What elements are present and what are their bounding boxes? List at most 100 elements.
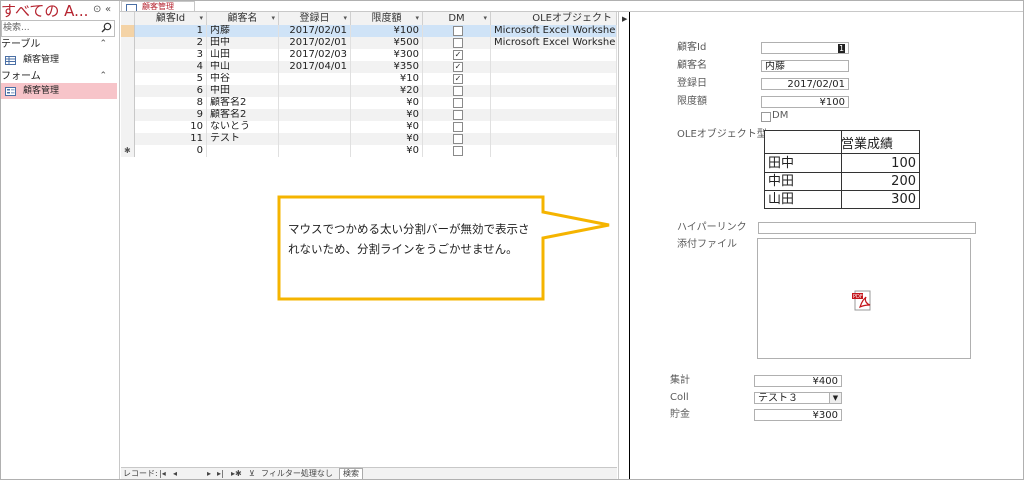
dm-checkbox[interactable] xyxy=(453,122,463,132)
cell-limit[interactable]: ¥10 xyxy=(351,73,423,85)
dm-cell[interactable] xyxy=(423,133,491,145)
new-record-button[interactable]: ▸✱ xyxy=(231,468,242,479)
dm-checkbox[interactable]: ✓ xyxy=(453,50,463,60)
cell-id[interactable]: 11 xyxy=(135,133,207,145)
cell-name[interactable] xyxy=(207,145,279,157)
first-record-button[interactable]: |◂ xyxy=(159,468,166,479)
cell-date[interactable] xyxy=(279,109,351,121)
dm-checkbox[interactable] xyxy=(453,110,463,120)
cell-limit[interactable]: ¥20 xyxy=(351,85,423,97)
cell-id[interactable]: 0 xyxy=(135,145,207,157)
column-header-dm[interactable]: DM ▾ xyxy=(423,12,491,25)
dm-cell[interactable]: ✓ xyxy=(423,49,491,61)
cell-name[interactable]: 顧客名2 xyxy=(207,109,279,121)
cell-limit[interactable]: ¥100 xyxy=(351,25,423,37)
record-selector[interactable] xyxy=(121,37,135,49)
cell-ole[interactable] xyxy=(491,85,617,97)
dm-checkbox[interactable] xyxy=(453,146,463,156)
cell-name[interactable]: テスト xyxy=(207,133,279,145)
field-date[interactable]: 2017/02/01 xyxy=(761,78,849,90)
cell-ole[interactable] xyxy=(491,121,617,133)
record-selector[interactable] xyxy=(121,73,135,85)
split-bar[interactable]: ▶ xyxy=(618,12,629,479)
chevron-down-icon[interactable]: ▾ xyxy=(343,12,347,25)
nav-search-box[interactable]: 検索... xyxy=(1,20,115,37)
cell-limit[interactable]: ¥0 xyxy=(351,121,423,133)
cell-limit[interactable]: ¥350 xyxy=(351,61,423,73)
cell-date[interactable] xyxy=(279,73,351,85)
table-row[interactable]: 11 テスト ¥0 xyxy=(121,133,617,145)
dm-checkbox[interactable]: ✓ xyxy=(453,62,463,72)
dm-cell[interactable] xyxy=(423,37,491,49)
cell-id[interactable]: 4 xyxy=(135,61,207,73)
table-row[interactable]: 4 中山 2017/04/01 ¥350 ✓ xyxy=(121,61,617,73)
nav-group-tables[interactable]: テーブル ⌃ xyxy=(1,37,117,52)
cell-ole[interactable]: Microsoft Excel Workshee xyxy=(491,25,617,37)
dm-cell[interactable]: ✓ xyxy=(423,73,491,85)
chevron-down-icon[interactable]: ▾ xyxy=(199,12,203,25)
nav-item-table-customer[interactable]: 顧客管理 xyxy=(1,52,117,68)
record-selector[interactable] xyxy=(121,85,135,97)
chevron-right-icon[interactable]: ▶ xyxy=(622,15,627,23)
field-coll[interactable]: テスト３ ▼ xyxy=(754,392,842,404)
chevron-down-icon[interactable]: ▼ xyxy=(829,393,841,403)
cell-limit[interactable]: ¥500 xyxy=(351,37,423,49)
dm-cell[interactable] xyxy=(423,85,491,97)
record-search-input[interactable]: 検索 xyxy=(339,468,363,479)
cell-id[interactable]: 8 xyxy=(135,97,207,109)
nav-title[interactable]: すべての A... xyxy=(1,1,93,21)
cell-date[interactable]: 2017/02/03 xyxy=(279,49,351,61)
record-selector[interactable] xyxy=(121,121,135,133)
field-name[interactable]: 内藤 xyxy=(761,60,849,72)
cell-ole[interactable] xyxy=(491,133,617,145)
field-id[interactable]: 1 xyxy=(761,42,849,54)
cell-name[interactable]: 田中 xyxy=(207,37,279,49)
record-selector[interactable] xyxy=(121,97,135,109)
table-row[interactable]: 2 田中 2017/02/01 ¥500 Microsoft Excel Workshe… xyxy=(121,37,617,49)
cell-name[interactable]: 中谷 xyxy=(207,73,279,85)
record-selector[interactable] xyxy=(121,109,135,121)
table-row[interactable]: 6 中田 ¥20 xyxy=(121,85,617,97)
cell-ole[interactable] xyxy=(491,49,617,61)
cell-limit[interactable]: ¥0 xyxy=(351,97,423,109)
record-selector[interactable] xyxy=(121,49,135,61)
cell-date[interactable]: 2017/02/01 xyxy=(279,37,351,49)
nav-collapse-icon[interactable]: « xyxy=(105,3,111,17)
cell-id[interactable]: 6 xyxy=(135,85,207,97)
new-record-row[interactable]: ✱ 0 ¥0 xyxy=(121,145,617,157)
column-header-limit[interactable]: 限度額 ▾ xyxy=(351,12,423,25)
cell-name[interactable]: 内藤 xyxy=(207,25,279,37)
cell-limit[interactable]: ¥0 xyxy=(351,109,423,121)
chevron-down-icon[interactable]: ▾ xyxy=(415,12,419,25)
next-record-button[interactable]: ▸ xyxy=(207,468,211,479)
field-hyperlink[interactable] xyxy=(758,222,976,234)
cell-ole[interactable] xyxy=(491,61,617,73)
field-limit[interactable]: ¥100 xyxy=(761,96,849,108)
cell-name[interactable]: 顧客名2 xyxy=(207,97,279,109)
chevron-down-icon[interactable]: ▾ xyxy=(483,12,487,25)
table-row[interactable]: 1 内藤 2017/02/01 ¥100 Microsoft Excel Workshe… xyxy=(121,25,617,37)
cell-ole[interactable] xyxy=(491,109,617,121)
cell-id[interactable]: 5 xyxy=(135,73,207,85)
cell-ole[interactable] xyxy=(491,97,617,109)
cell-id[interactable]: 1 xyxy=(135,25,207,37)
cell-ole[interactable] xyxy=(491,145,617,157)
cell-limit[interactable]: ¥0 xyxy=(351,133,423,145)
cell-date[interactable]: 2017/02/01 xyxy=(279,25,351,37)
cell-limit[interactable]: ¥300 xyxy=(351,49,423,61)
table-row[interactable]: 10 ないとう ¥0 xyxy=(121,121,617,133)
ole-object-table[interactable]: 営業成績 田中 100 中田 200 山田 300 xyxy=(764,130,920,209)
cell-ole[interactable] xyxy=(491,73,617,85)
dm-cell[interactable] xyxy=(423,97,491,109)
dm-checkbox[interactable] xyxy=(453,86,463,96)
record-selector[interactable] xyxy=(121,25,135,37)
nav-menu-icon[interactable]: ⊙ xyxy=(93,3,101,17)
cell-id[interactable]: 3 xyxy=(135,49,207,61)
dm-checkbox[interactable] xyxy=(453,38,463,48)
cell-date[interactable] xyxy=(279,133,351,145)
column-header-ole[interactable]: OLEオブジェクト xyxy=(491,12,617,25)
dm-cell[interactable] xyxy=(423,121,491,133)
dm-cell[interactable] xyxy=(423,145,491,157)
cell-ole[interactable]: Microsoft Excel Workshee xyxy=(491,37,617,49)
cell-name[interactable]: ないとう xyxy=(207,121,279,133)
